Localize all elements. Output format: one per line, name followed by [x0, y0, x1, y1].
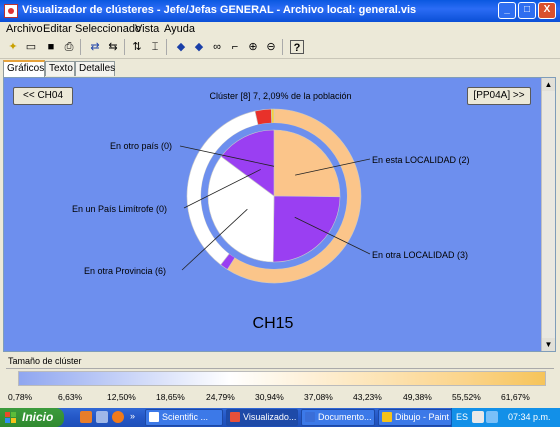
menu-ayuda[interactable]: Ayuda [164, 23, 195, 35]
menu-editar[interactable]: Editar [43, 23, 72, 35]
new-icon[interactable]: ✦ [6, 40, 20, 54]
binoculars-icon[interactable]: ∞ [210, 40, 224, 54]
legend-tick: 12,50% [107, 392, 136, 402]
legend-tick: 0,78% [8, 392, 33, 402]
clock: 07:34 p.m. [508, 412, 551, 422]
quicklaunch-more-icon[interactable]: » [130, 411, 135, 421]
scroll-up-icon[interactable]: ▲ [542, 78, 555, 91]
taskbar-task-visualizador[interactable]: Visualizado... [226, 409, 298, 426]
arrow-right-icon[interactable]: ◆ [192, 40, 206, 54]
taskbar-task-paint[interactable]: Dibujo - Paint [378, 409, 452, 426]
legend-tick: 24,79% [206, 392, 235, 402]
legend-tick: 43,23% [353, 392, 382, 402]
undo-icon[interactable]: ⇄ [88, 40, 102, 54]
toolbar: ✦ ▭ ■ ⎙ ⇄ ⇆ ⇅ ⌶ ◆ ◆ ∞ ⌐ ⊕ ⊖ ? [0, 37, 560, 59]
language-indicator[interactable]: ES [456, 412, 468, 422]
tab-graficos[interactable]: Gráficos [3, 60, 45, 77]
window-title: Visualizador de clústeres - Jefe/Jefas G… [22, 4, 417, 16]
outer-ring-slice [270, 108, 275, 124]
cluster-pie-chart: En otro país (0) En un País Limítrofe (0… [72, 108, 470, 332]
tab-detalles[interactable]: Detalles [75, 61, 115, 76]
taskbar: Inicio » Scientific ... Visualizado... D… [0, 408, 560, 427]
legend-title: Tamaño de clúster [8, 356, 82, 366]
open-icon[interactable]: ▭ [24, 40, 38, 54]
firefox-icon[interactable] [112, 411, 124, 423]
ie-icon[interactable] [80, 411, 92, 423]
legend-tick: 37,08% [304, 392, 333, 402]
system-tray: ES 07:34 p.m. [451, 408, 560, 427]
redo-icon[interactable]: ⇆ [106, 40, 120, 54]
label-esta-localidad: En esta LOCALIDAD (2) [372, 155, 470, 165]
tray-icon[interactable] [472, 411, 484, 423]
start-button[interactable]: Inicio [0, 408, 64, 427]
network-icon[interactable] [486, 411, 498, 423]
sort-icon[interactable]: ⇅ [130, 40, 144, 54]
legend-tick: 61,67% [501, 392, 530, 402]
legend-tick: 18,65% [156, 392, 185, 402]
start-label: Inicio [22, 410, 54, 424]
toolbar-separator [166, 39, 167, 55]
help-icon[interactable]: ? [290, 40, 304, 54]
taskbar-task-documento[interactable]: Documento... [301, 409, 375, 426]
legend-tick: 30,94% [255, 392, 284, 402]
select-icon[interactable]: ⌐ [228, 40, 242, 54]
cluster-size-legend: Tamaño de clúster 0,78% 6,63% 12,50% 18,… [0, 352, 560, 408]
print-icon[interactable]: ⎙ [62, 40, 76, 54]
menu-bar: Archivo Editar Seleccionado Vista Ayuda [0, 22, 560, 37]
app-icon [4, 4, 18, 18]
tab-texto[interactable]: Texto [45, 61, 75, 76]
size-gradient-bar [18, 371, 546, 386]
legend-tick: 6,63% [58, 392, 83, 402]
label-limitrofe: En un País Limítrofe (0) [72, 204, 167, 214]
arrow-left-icon[interactable]: ◆ [174, 40, 188, 54]
cluster-name: CH15 [253, 315, 294, 332]
desktop-icon[interactable] [96, 411, 108, 423]
menu-vista[interactable]: Vista [135, 23, 159, 35]
menu-archivo[interactable]: Archivo [6, 23, 43, 35]
close-button[interactable]: X [538, 2, 556, 19]
taskbar-task-scientific[interactable]: Scientific ... [145, 409, 223, 426]
menu-seleccionado[interactable]: Seleccionado [75, 23, 141, 35]
windows-logo-icon [5, 412, 16, 423]
label-otra-localidad: En otra LOCALIDAD (3) [372, 250, 468, 260]
minimize-button[interactable]: _ [498, 2, 516, 19]
vertical-scrollbar[interactable]: ▲ ▼ [541, 78, 555, 351]
legend-tick: 55,52% [452, 392, 481, 402]
scroll-down-icon[interactable]: ▼ [542, 338, 555, 351]
filter-icon[interactable]: ⌶ [148, 40, 162, 54]
legend-tick: 49,38% [403, 392, 432, 402]
divider [6, 368, 554, 369]
label-otro-pais: En otro país (0) [110, 141, 172, 151]
zoom-out-icon[interactable]: ⊖ [264, 40, 278, 54]
save-icon[interactable]: ■ [44, 40, 58, 54]
label-provincia: En otra Provincia (6) [84, 266, 166, 276]
outer-ring-slice [254, 108, 273, 126]
toolbar-separator [124, 39, 125, 55]
maximize-button[interactable]: □ [518, 2, 536, 19]
toolbar-separator [282, 39, 283, 55]
title-bar: Visualizador de clústeres - Jefe/Jefas G… [0, 0, 560, 22]
zoom-in-icon[interactable]: ⊕ [246, 40, 260, 54]
toolbar-separator [80, 39, 81, 55]
chart-panel: << CH04 Clúster [8] 7, 2,09% de la pobla… [3, 77, 556, 352]
